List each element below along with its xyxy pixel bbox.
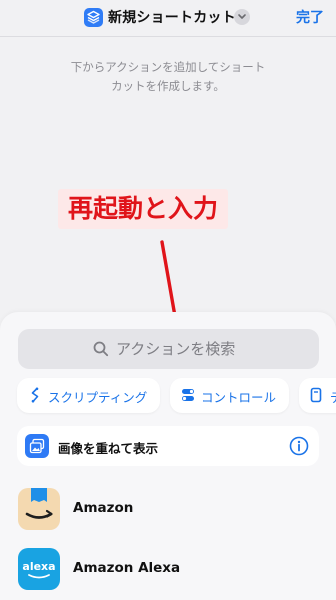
app-row-amazon[interactable]: Amazon [0, 482, 336, 538]
info-icon[interactable] [289, 436, 309, 456]
alexa-icon-text: alexa [22, 560, 55, 573]
overlay-images-icon [25, 434, 49, 458]
search-bar[interactable] [18, 329, 319, 369]
category-label: コントロール [201, 390, 277, 405]
hint-line-1: 下からアクションを追加してショート [70, 60, 266, 74]
document-icon [310, 387, 322, 403]
empty-hint: 下からアクションを追加してショート カットを作成します。 [40, 58, 296, 96]
search-input[interactable] [116, 329, 306, 369]
screen: 新規ショートカット 完了 下からアクションを追加してショート カットを作成します… [0, 0, 336, 600]
category-label: スクリプティング [48, 390, 148, 405]
done-button[interactable]: 完了 [296, 7, 324, 27]
chevron-down-icon[interactable] [234, 9, 250, 25]
category-chip-documents[interactable]: デ [299, 378, 336, 413]
amazon-icon [18, 488, 60, 530]
app-row-amazon-alexa[interactable]: alexa Amazon Alexa [0, 542, 336, 598]
suggested-action-row[interactable]: 画像を重ねて表示 [17, 426, 319, 466]
hint-line-2: カットを作成します。 [111, 79, 225, 93]
app-label: Amazon [73, 500, 134, 516]
header-divider [0, 36, 336, 37]
header-bar: 新規ショートカット 完了 [0, 0, 336, 34]
search-icon [93, 341, 109, 357]
scripting-icon [31, 387, 39, 403]
toggle-icon [182, 389, 194, 401]
shortcuts-layers-icon[interactable] [84, 8, 103, 27]
alexa-icon: alexa [18, 548, 60, 590]
category-label: デ [330, 387, 336, 406]
annotation-label: 再起動と入力 [58, 189, 229, 229]
suggested-action-label: 画像を重ねて表示 [58, 441, 159, 456]
category-chip-control[interactable]: コントロール [170, 378, 289, 413]
app-label: Amazon Alexa [73, 560, 181, 576]
page-title[interactable]: 新規ショートカット [108, 7, 236, 27]
category-chip-scripting[interactable]: スクリプティング [17, 378, 160, 413]
